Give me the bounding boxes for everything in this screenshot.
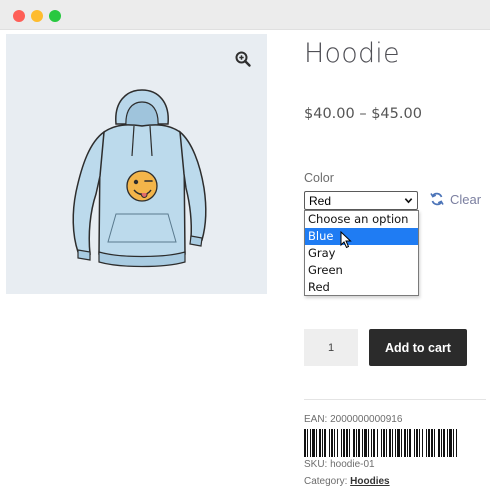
barcode-bar — [443, 429, 445, 457]
barcode-bar — [414, 429, 415, 457]
barcode-bar — [356, 429, 357, 457]
barcode-bar — [422, 429, 423, 457]
barcode-bar — [319, 429, 321, 457]
option-choose[interactable]: Choose an option — [305, 211, 418, 228]
option-gray[interactable]: Gray — [305, 245, 418, 262]
barcode-bar — [456, 429, 457, 457]
option-red[interactable]: Red — [305, 279, 418, 296]
barcode-bar — [334, 429, 335, 457]
category-line: Category: Hoodies — [304, 476, 390, 487]
window-titlebar — [0, 0, 490, 30]
barcode-bar — [447, 429, 448, 457]
mouse-cursor-icon — [340, 231, 352, 249]
barcode-bar — [395, 429, 396, 457]
minimize-window-button[interactable] — [31, 10, 43, 22]
close-window-button[interactable] — [13, 10, 25, 22]
barcode-bar — [397, 429, 400, 457]
option-blue[interactable]: Blue — [305, 228, 418, 245]
barcode-bar — [329, 429, 330, 457]
barcode-bar — [322, 429, 323, 457]
barcode-bar — [362, 429, 363, 457]
barcode-bar — [392, 429, 393, 457]
barcode-bar — [386, 429, 387, 457]
color-select-value: Red — [309, 194, 332, 208]
barcode-bar — [337, 429, 338, 457]
barcode-bar — [368, 429, 369, 457]
barcode-bar — [381, 429, 382, 457]
product-title: Hoodie — [304, 38, 400, 69]
quantity-input[interactable]: 1 — [304, 329, 358, 366]
barcode-bar — [343, 429, 345, 457]
product-price: $40.00 – $45.00 — [304, 106, 422, 122]
barcode-bar — [383, 429, 385, 457]
barcode-bar — [441, 429, 442, 457]
barcode-bar — [316, 429, 317, 457]
hoodie-image — [72, 89, 207, 268]
sku-text: SKU: hoodie-01 — [304, 459, 375, 470]
barcode-bar — [304, 429, 306, 457]
barcode-bar — [310, 429, 311, 457]
browser-window: Hoodie $40.00 – $45.00 Color Red Choose … — [0, 0, 490, 499]
barcode-bar — [449, 429, 452, 457]
barcode-bar — [419, 429, 420, 457]
barcode-bar — [349, 429, 350, 457]
barcode-bar — [431, 429, 433, 457]
clear-label: Clear — [450, 191, 482, 207]
option-green[interactable]: Green — [305, 262, 418, 279]
refresh-icon — [430, 192, 444, 206]
maximize-window-button[interactable] — [49, 10, 61, 22]
barcode-bar — [377, 429, 378, 457]
barcode-bar — [346, 429, 348, 457]
barcode-bar — [434, 429, 435, 457]
product-image-panel — [6, 34, 267, 294]
ean-text: EAN: 2000000000916 — [304, 414, 403, 425]
barcode-bar — [407, 429, 408, 457]
barcode-bar — [428, 429, 430, 457]
barcode-bar — [389, 429, 391, 457]
barcode-bar — [401, 429, 402, 457]
barcode-bar — [353, 429, 355, 457]
barcode-bar — [371, 429, 372, 457]
barcode-bar — [404, 429, 406, 457]
barcode-bar — [331, 429, 333, 457]
meta-divider — [304, 399, 486, 400]
zoom-in-icon[interactable] — [234, 50, 252, 68]
barcode-bar — [341, 429, 342, 457]
color-label: Color — [304, 171, 334, 185]
color-select[interactable]: Red — [304, 191, 418, 210]
barcode-bar — [453, 429, 454, 457]
ean-barcode — [304, 429, 457, 457]
add-to-cart-button[interactable]: Add to cart — [369, 329, 467, 366]
barcode-bar — [324, 429, 326, 457]
barcode-bar — [426, 429, 427, 457]
barcode-bar — [438, 429, 440, 457]
chevron-down-icon — [404, 198, 413, 204]
barcode-bar — [364, 429, 367, 457]
clear-variation-link[interactable]: Clear — [430, 190, 481, 208]
category-link-hoodies[interactable]: Hoodies — [350, 476, 389, 487]
barcode-bar — [312, 429, 315, 457]
barcode-bar — [373, 429, 375, 457]
color-dropdown-list: Choose an option Blue Gray Green Red — [304, 210, 419, 296]
barcode-bar — [358, 429, 360, 457]
barcode-bar — [409, 429, 411, 457]
barcode-bar — [416, 429, 418, 457]
barcode-bar — [307, 429, 308, 457]
category-prefix: Category: — [304, 476, 351, 487]
